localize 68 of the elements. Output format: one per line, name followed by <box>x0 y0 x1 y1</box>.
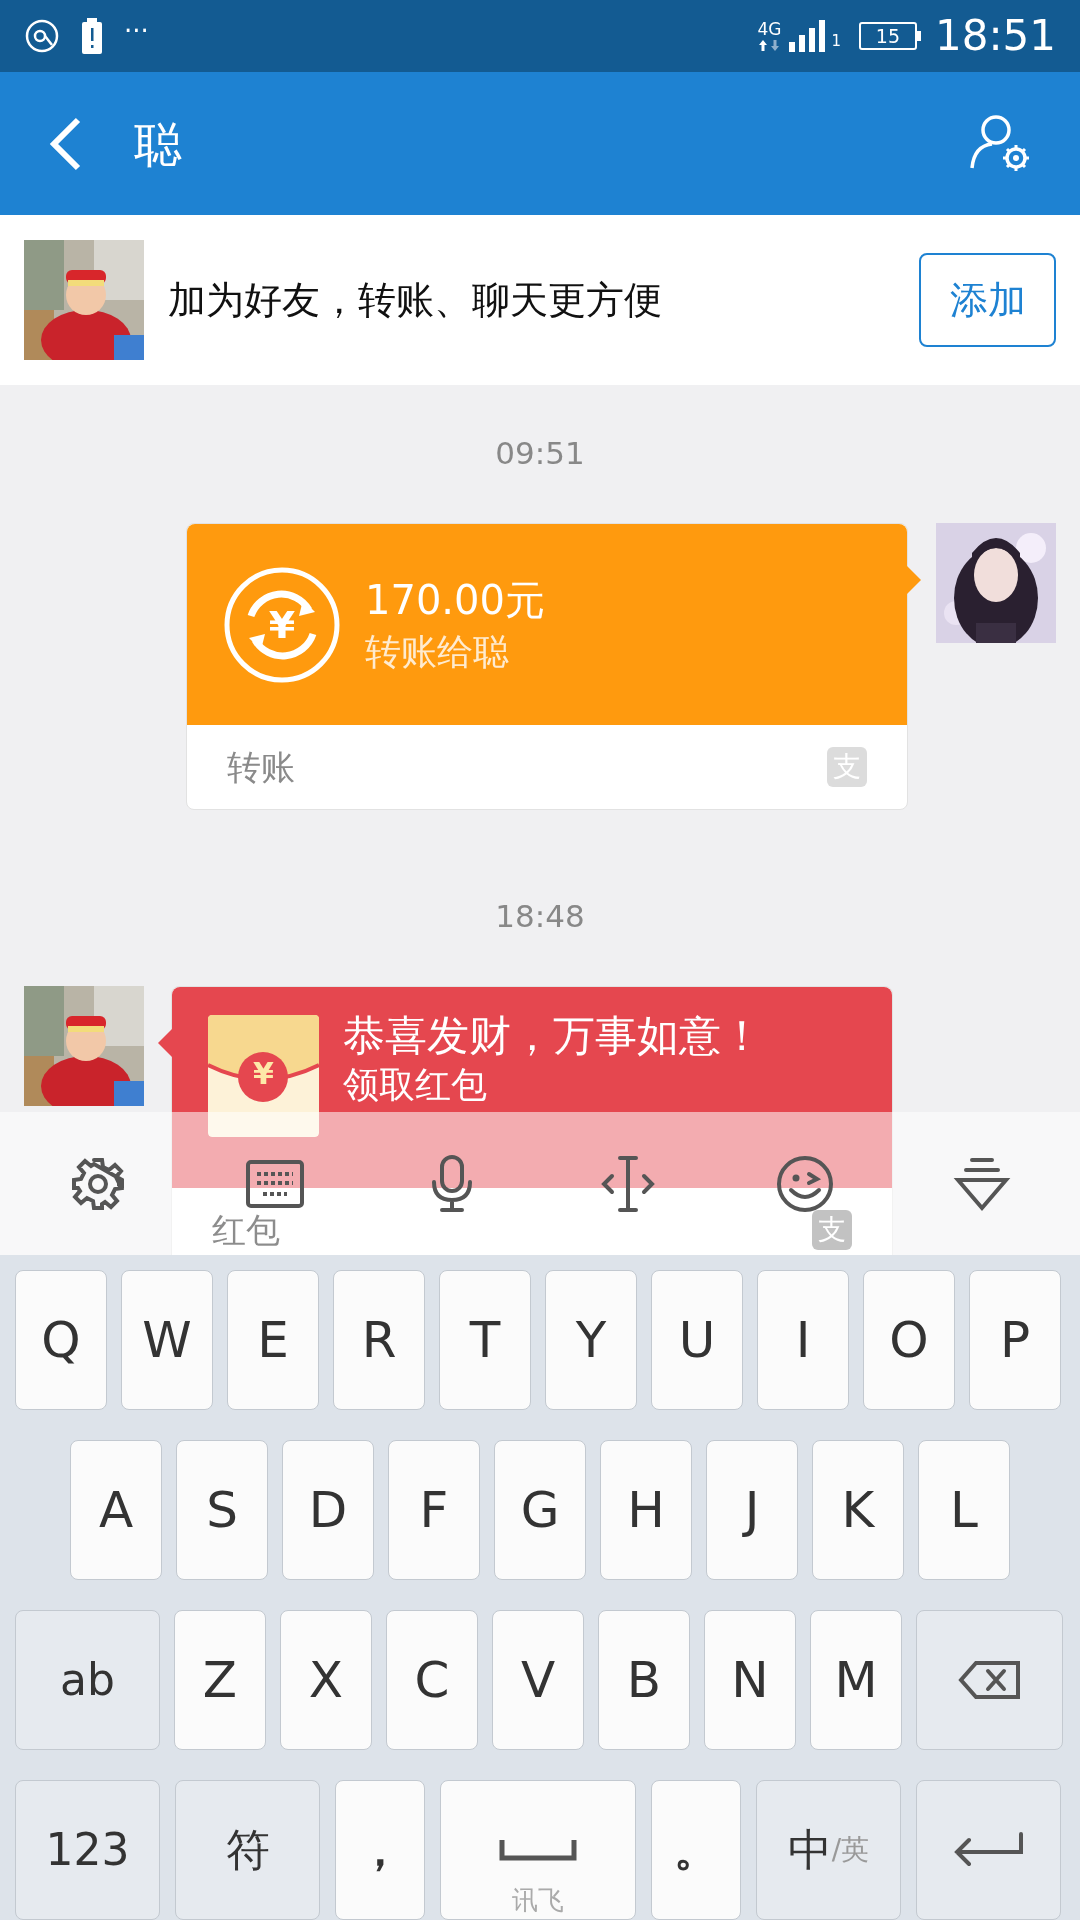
battery-indicator: 15 <box>858 22 917 50</box>
back-icon <box>48 116 82 171</box>
backspace-key[interactable] <box>916 1610 1063 1750</box>
friend-prompt: 加为好友，转账、聊天更方便 <box>168 276 662 324</box>
gift-envelope-card[interactable]: ¥ 恭喜发财，万事如意！ 领取红包 <box>172 987 892 1188</box>
keyboard-key[interactable]: W <box>121 1270 213 1410</box>
network-label: 4G <box>757 20 782 38</box>
keyboard-key[interactable]: 。 <box>651 1780 741 1920</box>
keyboard-key[interactable]: ， <box>335 1780 425 1920</box>
language-primary: 中 <box>787 1828 832 1872</box>
timestamp: 18:48 <box>494 896 586 936</box>
keyboard-key[interactable]: S <box>176 1440 268 1580</box>
language-toggle-key[interactable]: 中/英 <box>756 1780 901 1920</box>
keyboard-key[interactable]: L <box>918 1440 1010 1580</box>
backspace-icon <box>957 1660 1022 1700</box>
chat-title: 聪 <box>134 119 182 168</box>
transfer-icon <box>223 565 341 684</box>
space-bar-icon <box>498 1838 578 1862</box>
bubble-tail <box>158 1029 172 1057</box>
alipay-badge: 支 <box>812 1210 852 1250</box>
keyboard-key[interactable]: F <box>388 1440 480 1580</box>
data-arrows-icon <box>757 37 782 52</box>
clock: 18:51 <box>934 15 1056 57</box>
keyboard-key[interactable]: K <box>812 1440 904 1580</box>
card-footer-label: 转账 <box>227 745 295 789</box>
enter-key[interactable] <box>916 1780 1061 1920</box>
timestamp: 09:51 <box>494 433 586 473</box>
add-friend-button[interactable]: 添加 <box>919 253 1056 347</box>
battery-alert-icon <box>82 18 102 54</box>
keyboard-key[interactable]: I <box>757 1270 849 1410</box>
keyboard-key[interactable]: M <box>810 1610 902 1750</box>
keyboard-key[interactable]: X <box>280 1610 372 1750</box>
keyboard-key[interactable]: ab <box>15 1610 160 1750</box>
yen-sign: ¥ <box>252 1059 275 1089</box>
transfer-amount: 170.00元 <box>365 579 545 620</box>
smiley-icon <box>774 1153 835 1214</box>
keyboard-key[interactable]: U <box>651 1270 743 1410</box>
keyboard-key[interactable]: V <box>492 1610 584 1750</box>
keyboard-brand: 讯飞 <box>512 1887 564 1913</box>
transfer-note: 转账给聪 <box>365 633 510 670</box>
keyboard-key[interactable]: T <box>439 1270 531 1410</box>
more-indicator: ··· <box>124 18 149 44</box>
sim-number: 1 <box>831 30 841 52</box>
keyboard-key[interactable]: R <box>333 1270 425 1410</box>
keyboard-key[interactable]: O <box>863 1270 955 1410</box>
claim-label: 领取红包 <box>343 1067 488 1103</box>
greeting-text: 恭喜发财，万事如意！ <box>343 1015 763 1057</box>
disc-icon <box>24 18 60 54</box>
keyboard-key[interactable]: E <box>227 1270 319 1410</box>
bubble-tail <box>907 566 921 594</box>
card-footer-label: 红包 <box>212 1208 280 1252</box>
keyboard-key[interactable]: Q <box>15 1270 107 1410</box>
envelope-icon <box>208 1015 319 1137</box>
keyboard-key[interactable]: N <box>704 1610 796 1750</box>
keyboard-key[interactable]: 123 <box>15 1780 160 1920</box>
yen-sign: ¥ <box>268 605 296 644</box>
keyboard-key[interactable]: H <box>600 1440 692 1580</box>
keyboard-key[interactable]: G <box>494 1440 586 1580</box>
keyboard-key[interactable]: 符 <box>175 1780 320 1920</box>
keyboard-key[interactable]: D <box>282 1440 374 1580</box>
keyboard-key[interactable]: C <box>386 1610 478 1750</box>
keyboard-key[interactable]: P <box>969 1270 1061 1410</box>
keyboard-key[interactable]: B <box>598 1610 690 1750</box>
keyboard-key[interactable]: J <box>706 1440 798 1580</box>
keyboard-key[interactable]: Z <box>174 1610 266 1750</box>
language-secondary: /英 <box>831 1836 870 1864</box>
keyboard-key[interactable]: A <box>70 1440 162 1580</box>
keyboard-key[interactable]: Y <box>545 1270 637 1410</box>
